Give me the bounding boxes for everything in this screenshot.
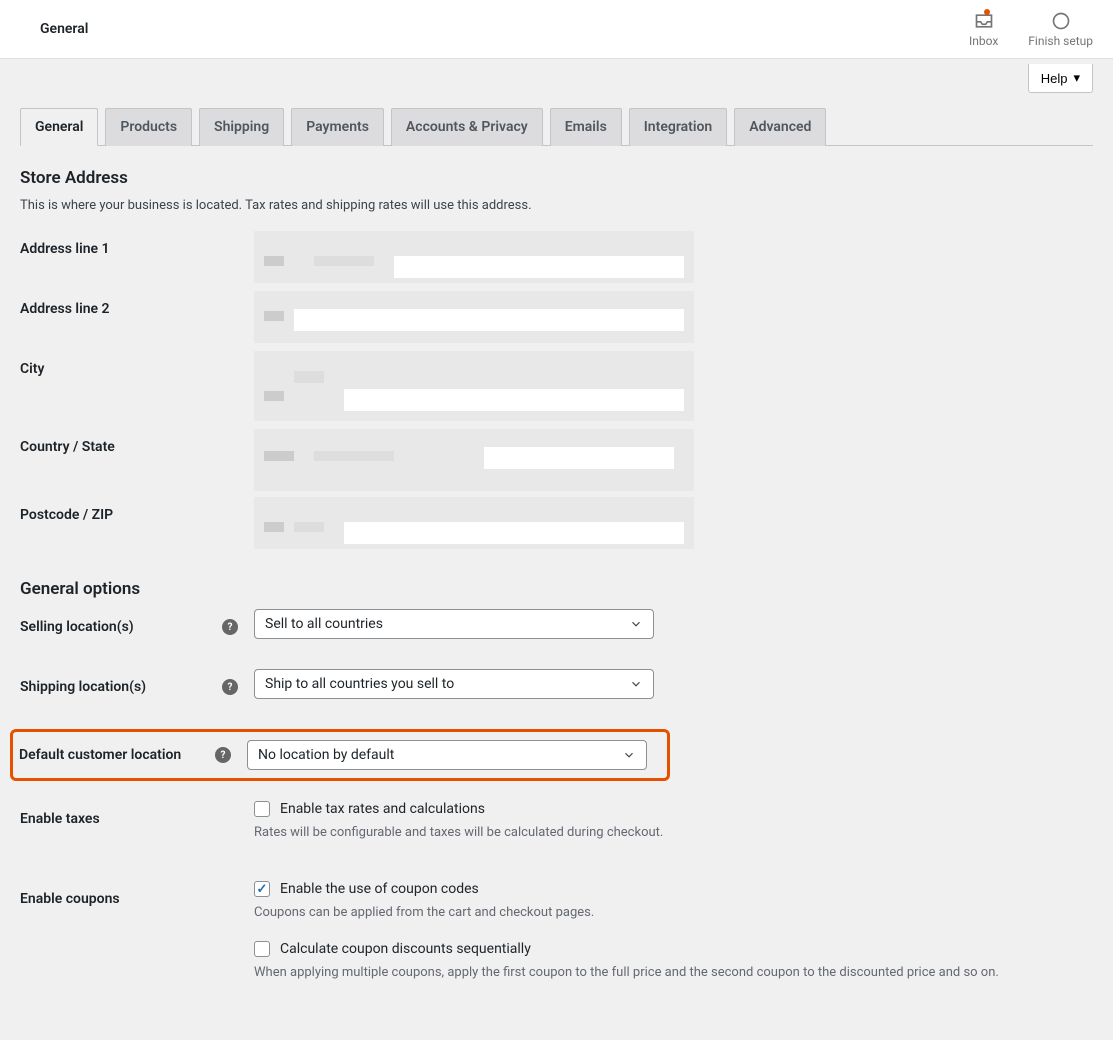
tab-accounts-privacy[interactable]: Accounts & Privacy: [391, 108, 543, 146]
postcode-input[interactable]: [254, 497, 694, 549]
label-address2: Address line 2: [20, 291, 254, 317]
row-enable-taxes: Enable taxes Enable tax rates and calcul…: [20, 801, 1093, 881]
row-country: Country / State: [20, 429, 1093, 497]
tab-products[interactable]: Products: [105, 108, 192, 146]
tab-general[interactable]: General: [20, 108, 98, 146]
city-input[interactable]: [254, 351, 694, 421]
label-enable-coupons: Enable coupons: [20, 881, 254, 907]
selling-locations-select[interactable]: Sell to all countries: [254, 609, 654, 639]
finish-setup-label: Finish setup: [1028, 34, 1093, 48]
help-icon[interactable]: ?: [222, 619, 238, 635]
tab-integration[interactable]: Integration: [629, 108, 727, 146]
chevron-down-icon: [629, 677, 643, 691]
row-city: City: [20, 351, 1093, 429]
enable-taxes-cb-label: Enable tax rates and calculations: [280, 801, 485, 817]
content: Help ▾ General Products Shipping Payment…: [0, 59, 1113, 1040]
default-location-value: No location by default: [258, 747, 394, 763]
label-enable-taxes: Enable taxes: [20, 801, 254, 827]
page-title: General: [40, 21, 88, 37]
row-address1: Address line 1: [20, 231, 1093, 291]
label-country: Country / State: [20, 429, 254, 455]
finish-setup-button[interactable]: Finish setup: [1028, 11, 1093, 48]
enable-taxes-checkbox[interactable]: [254, 801, 270, 817]
tabs: General Products Shipping Payments Accou…: [20, 108, 1093, 146]
help-label: Help: [1041, 71, 1068, 86]
circle-icon: [1051, 11, 1071, 31]
enable-coupons-hint: Coupons can be applied from the cart and…: [254, 903, 1093, 923]
default-location-select[interactable]: No location by default: [247, 740, 647, 770]
tab-emails[interactable]: Emails: [550, 108, 622, 146]
row-enable-coupons: Enable coupons Enable the use of coupon …: [20, 881, 1093, 1000]
highlighted-default-location: Default customer location ? No location …: [10, 729, 670, 781]
store-address-heading: Store Address: [20, 168, 1093, 188]
notification-dot: [984, 9, 990, 15]
inbox-label: Inbox: [969, 34, 998, 48]
address1-input[interactable]: [254, 231, 694, 283]
tab-shipping[interactable]: Shipping: [199, 108, 284, 146]
enable-taxes-checkbox-row: Enable tax rates and calculations: [254, 801, 1093, 817]
topbar-actions: Inbox Finish setup: [969, 11, 1093, 48]
enable-coupons-cb-label: Enable the use of coupon codes: [280, 881, 479, 897]
enable-coupons-checkbox[interactable]: [254, 881, 270, 897]
label-city: City: [20, 351, 254, 377]
chevron-down-icon: [622, 748, 636, 762]
chevron-down-icon: ▾: [1073, 70, 1080, 86]
enable-coupons-checkbox-row: Enable the use of coupon codes: [254, 881, 1093, 897]
calc-seq-hint: When applying multiple coupons, apply th…: [254, 963, 1093, 983]
selling-locations-value: Sell to all countries: [265, 616, 383, 632]
label-address1: Address line 1: [20, 231, 254, 257]
calc-seq-checkbox[interactable]: [254, 941, 270, 957]
help-icon[interactable]: ?: [215, 747, 231, 763]
general-options-heading: General options: [20, 579, 1093, 599]
enable-taxes-hint: Rates will be configurable and taxes wil…: [254, 823, 1093, 843]
label-selling-locations: Selling location(s) ?: [20, 609, 254, 635]
help-wrap: Help ▾: [20, 59, 1093, 93]
store-address-desc: This is where your business is located. …: [20, 198, 1093, 213]
tab-payments[interactable]: Payments: [291, 108, 384, 146]
label-postcode: Postcode / ZIP: [20, 497, 254, 523]
label-default-location: Default customer location ?: [19, 747, 247, 763]
label-shipping-locations: Shipping location(s) ?: [20, 669, 254, 695]
inbox-button[interactable]: Inbox: [969, 11, 998, 48]
country-input[interactable]: [254, 429, 694, 491]
row-shipping-locations: Shipping location(s) ? Ship to all count…: [20, 669, 1093, 729]
row-postcode: Postcode / ZIP: [20, 497, 1093, 557]
help-icon[interactable]: ?: [222, 679, 238, 695]
tab-advanced[interactable]: Advanced: [734, 108, 826, 146]
address2-input[interactable]: [254, 291, 694, 343]
row-address2: Address line 2: [20, 291, 1093, 351]
shipping-locations-value: Ship to all countries you sell to: [265, 676, 454, 692]
topbar: General Inbox Finish setup: [0, 0, 1113, 59]
calc-seq-cb-label: Calculate coupon discounts sequentially: [280, 941, 531, 957]
help-button[interactable]: Help ▾: [1028, 64, 1093, 93]
chevron-down-icon: [629, 617, 643, 631]
shipping-locations-select[interactable]: Ship to all countries you sell to: [254, 669, 654, 699]
calc-seq-checkbox-row: Calculate coupon discounts sequentially: [254, 941, 1093, 957]
row-selling-locations: Selling location(s) ? Sell to all countr…: [20, 609, 1093, 669]
